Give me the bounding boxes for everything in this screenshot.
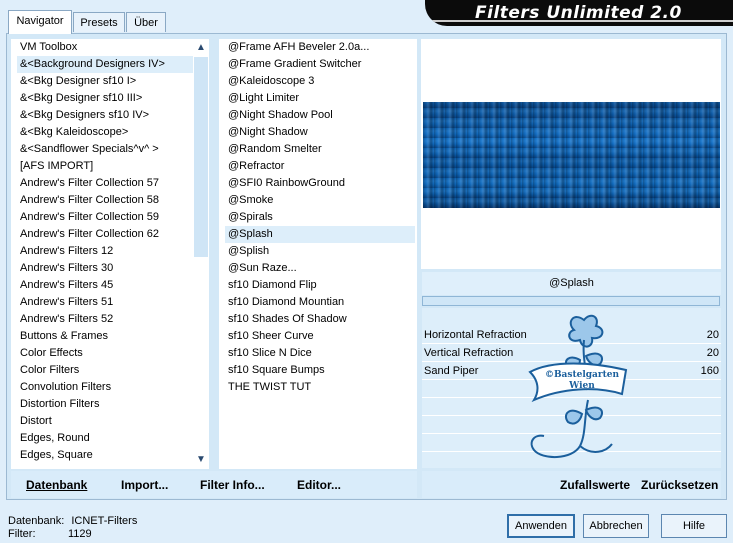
filter-list-item[interactable]: @Frame Gradient Switcher	[225, 56, 415, 73]
category-list-item[interactable]: Color Filters	[17, 362, 193, 379]
filter-list-panel: @Frame AFH Beveler 2.0a... @Frame Gradien…	[219, 39, 417, 469]
filter-list-item[interactable]: sf10 Sheer Curve	[225, 328, 415, 345]
status-database: Datenbank: ICNET-Filters	[8, 515, 137, 527]
category-list-item[interactable]: Color Effects	[17, 345, 193, 362]
category-list-item[interactable]: Andrew's Filters 45	[17, 277, 193, 294]
filter-list-item[interactable]: sf10 Diamond Mountian	[225, 294, 415, 311]
watermark-text: ©Bastelgarten Wien	[540, 370, 624, 392]
reset-button[interactable]: Zurücksetzen	[641, 478, 718, 492]
filter-list-item[interactable]: @Splish	[225, 243, 415, 260]
filter-list-item[interactable]: THE TWIST TUT	[225, 379, 415, 396]
category-list-item[interactable]: &<Bkg Kaleidoscope>	[17, 124, 193, 141]
category-list-item[interactable]: Andrew's Filters 12	[17, 243, 193, 260]
category-list-item[interactable]: Andrew's Filter Collection 57	[17, 175, 193, 192]
param-value[interactable]: 20	[707, 347, 719, 359]
filter-list: @Frame AFH Beveler 2.0a... @Frame Gradien…	[225, 39, 415, 396]
filter-list-item[interactable]: @Kaleidoscope 3	[225, 73, 415, 90]
scroll-up-icon[interactable]: ▲	[193, 41, 209, 55]
filter-info-button[interactable]: Filter Info...	[200, 478, 265, 492]
scroll-down-icon[interactable]: ▼	[193, 453, 209, 467]
random-values-button[interactable]: Zufallswerte	[560, 478, 630, 492]
preview-image	[423, 102, 720, 208]
scrollbar-thumb[interactable]	[194, 57, 208, 257]
category-list: VM Toolbox &<Background Designers IV> &<Bk…	[17, 39, 193, 464]
filter-list-item[interactable]: @Frame AFH Beveler 2.0a...	[225, 39, 415, 56]
current-filter-name: @Splash	[422, 272, 721, 295]
param-value[interactable]: 20	[707, 329, 719, 341]
status-db-value: ICNET-Filters	[71, 515, 138, 527]
parameter-area: Horizontal Refraction 20 Vertical Refrac…	[422, 308, 721, 468]
category-list-item[interactable]: Andrew's Filter Collection 62	[17, 226, 193, 243]
tab-uber[interactable]: Über	[126, 12, 166, 32]
apply-button[interactable]: Anwenden	[507, 514, 575, 538]
filter-list-item[interactable]: @Light Limiter	[225, 90, 415, 107]
category-scrollbar[interactable]: ▲ ▼	[193, 39, 209, 469]
category-list-item[interactable]: &<Sandflower Specials^v^ >	[17, 141, 193, 158]
param-value[interactable]: 160	[701, 365, 719, 377]
category-list-item[interactable]: Andrew's Filter Collection 58	[17, 192, 193, 209]
tab-navigator[interactable]: Navigator	[8, 10, 72, 34]
datenbank-button[interactable]: Datenbank	[26, 478, 87, 492]
category-list-item[interactable]: Andrew's Filter Collection 59	[17, 209, 193, 226]
status-filter-label: Filter:	[8, 528, 36, 540]
category-list-item[interactable]: Convolution Filters	[17, 379, 193, 396]
help-button[interactable]: Hilfe	[661, 514, 727, 538]
filter-list-item[interactable]: @Sun Raze...	[225, 260, 415, 277]
cancel-button[interactable]: Abbrechen	[583, 514, 649, 538]
tab-presets[interactable]: Presets	[73, 12, 125, 32]
left-action-bar: Datenbank Import... Filter Info... Edito…	[11, 471, 417, 498]
category-list-item[interactable]: Andrew's Filters 52	[17, 311, 193, 328]
filter-list-item[interactable]: @Refractor	[225, 158, 415, 175]
category-list-item[interactable]: Buttons & Frames	[17, 328, 193, 345]
category-list-item[interactable]: VM Toolbox	[17, 39, 193, 56]
right-action-bar: Zufallswerte Zurücksetzen	[422, 471, 721, 498]
import-button[interactable]: Import...	[121, 478, 168, 492]
watermark-line1: ©Bastelgarten	[544, 370, 620, 380]
app-title: Filters Unlimited 2.0	[475, 3, 682, 23]
filter-list-item[interactable]: sf10 Shades Of Shadow	[225, 311, 415, 328]
status-db-label: Datenbank:	[8, 515, 65, 527]
parameter-slider[interactable]	[422, 296, 720, 306]
category-list-item[interactable]: Edges, Round	[17, 430, 193, 447]
status-filter-count: Filter: 1129	[8, 528, 92, 540]
title-banner: Filters Unlimited 2.0	[425, 0, 733, 26]
category-list-item[interactable]: [AFS IMPORT]	[17, 158, 193, 175]
category-list-item[interactable]: Edges, Square	[17, 447, 193, 464]
filter-list-item[interactable]: @Random Smelter	[225, 141, 415, 158]
filter-list-item[interactable]: @Night Shadow Pool	[225, 107, 415, 124]
filter-list-item[interactable]: @Spirals	[225, 209, 415, 226]
watermark-line2: Wien	[569, 381, 595, 391]
category-list-item[interactable]: &<Bkg Designers sf10 IV>	[17, 107, 193, 124]
category-list-item[interactable]: Distortion Filters	[17, 396, 193, 413]
category-list-panel: VM Toolbox &<Background Designers IV> &<Bk…	[11, 39, 193, 469]
category-list-item[interactable]: Distort	[17, 413, 193, 430]
filter-list-item[interactable]: @Night Shadow	[225, 124, 415, 141]
category-list-item[interactable]: &<Background Designers IV>	[17, 56, 193, 73]
category-list-item[interactable]: Andrew's Filters 51	[17, 294, 193, 311]
filter-list-item[interactable]: sf10 Diamond Flip	[225, 277, 415, 294]
filter-list-item[interactable]: @Smoke	[225, 192, 415, 209]
filter-list-item[interactable]: @Splash	[225, 226, 415, 243]
param-name: Sand Piper	[424, 365, 479, 377]
param-name: Horizontal Refraction	[424, 329, 527, 341]
filter-list-item[interactable]: sf10 Slice N Dice	[225, 345, 415, 362]
category-list-item[interactable]: Andrew's Filters 30	[17, 260, 193, 277]
status-filter-value: 1129	[68, 528, 92, 540]
category-list-item[interactable]: &<Bkg Designer sf10 III>	[17, 90, 193, 107]
category-list-item[interactable]: &<Bkg Designer sf10 I>	[17, 73, 193, 90]
filter-list-item[interactable]: sf10 Square Bumps	[225, 362, 415, 379]
param-name: Vertical Refraction	[424, 347, 514, 359]
filter-list-item[interactable]: @SFI0 RainbowGround	[225, 175, 415, 192]
editor-button[interactable]: Editor...	[297, 478, 341, 492]
